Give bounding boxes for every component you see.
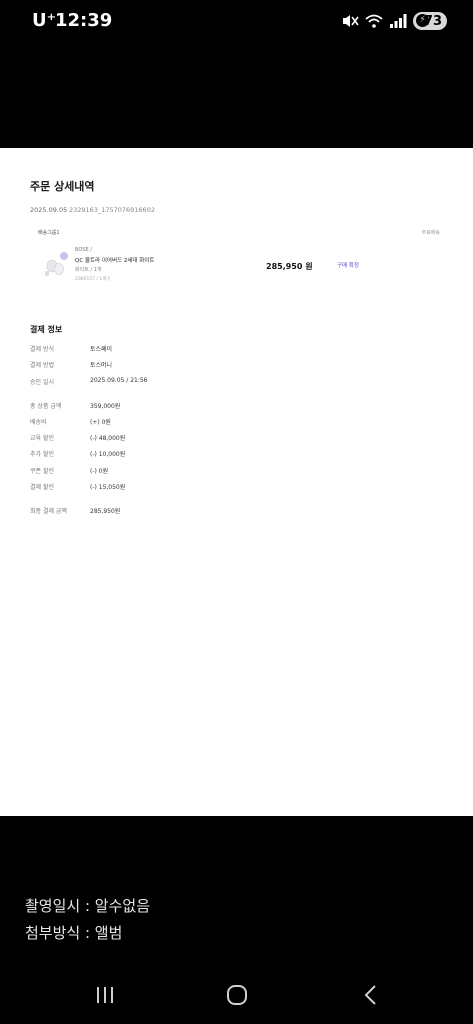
payment-row-label: 추가 할인	[30, 451, 54, 458]
product-price: 285,950 원	[266, 262, 313, 271]
payment-row: 결제 할인 (-) 15,050원	[30, 482, 330, 492]
charging-icon: ⚡	[416, 14, 429, 27]
payment-row-label: 최종 결제 금액	[30, 508, 67, 515]
carrier-label: U⁺	[32, 10, 57, 31]
payment-row: 추가 할인 (-) 10,000원	[30, 449, 330, 459]
payment-row-value: (-) 10,000원	[90, 451, 126, 458]
back-icon	[364, 985, 376, 1005]
product-name[interactable]: QC 울트라 이어버드 2세대 화이트	[75, 256, 154, 264]
attach-method-caption: 첨부방식 : 앨범	[25, 924, 123, 942]
wifi-icon	[365, 14, 383, 28]
purchase-confirm-button[interactable]: 구매 확정	[337, 261, 359, 269]
payment-row-value: (-) 15,050원	[90, 484, 126, 491]
payment-row-value: 2025.09.05 / 21:56	[90, 377, 148, 384]
shipping-info: 무료배송	[421, 230, 440, 236]
payment-row-total: 최종 결제 금액 285,950원	[30, 506, 330, 516]
navigation-bar	[0, 970, 473, 1020]
payment-row-value: 토스페이	[90, 346, 113, 353]
payment-row-value: (+) 0원	[90, 419, 111, 426]
payment-section-title: 결제 정보	[30, 325, 63, 334]
payment-row-value: 359,000원	[90, 403, 121, 410]
capture-date-caption: 촬영일시 : 알수없음	[25, 897, 150, 915]
system-icons: ⚡ 73	[341, 12, 447, 30]
payment-row: 승인 일시 2025.09.05 / 21:56	[30, 377, 330, 387]
order-number: 2329163_1757076916602	[69, 206, 155, 214]
payment-row: 총 상품 금액 359,000원	[30, 401, 330, 411]
back-button[interactable]	[356, 980, 386, 1010]
shipping-group-label: 배송그룹1	[38, 230, 60, 236]
payment-row-label: 결제 방법	[30, 362, 54, 369]
payment-row-value: (-) 0원	[90, 468, 109, 475]
battery-indicator: ⚡ 73	[413, 12, 447, 30]
product-option: 화이트 / 1개	[75, 267, 102, 273]
order-date: 2025.09.05	[30, 206, 68, 214]
recent-apps-icon	[97, 987, 113, 1003]
payment-row: 결제 방법 토스머니	[30, 360, 330, 370]
home-icon	[227, 985, 247, 1005]
payment-row-label: 교육 할인	[30, 435, 54, 442]
order-detail-screenshot: 주문 상세내역 2025.09.05 2329163_1757076916602…	[0, 148, 473, 816]
payment-row: 교육 할인 (-) 48,000원	[30, 433, 330, 443]
status-time: 12:39	[55, 10, 113, 31]
product-brand: BOSE /	[75, 247, 92, 253]
payment-row: 배송비 (+) 0원	[30, 417, 330, 427]
status-bar: U⁺ 12:39 ⚡ 73	[0, 0, 473, 42]
payment-row-label: 쿠폰 할인	[30, 468, 54, 475]
mute-icon	[343, 15, 359, 27]
signal-icon	[390, 14, 407, 28]
earbuds-product-image[interactable]	[42, 252, 68, 278]
recent-apps-button[interactable]	[90, 980, 120, 1010]
payment-row-value: 285,950원	[90, 508, 121, 515]
payment-row-label: 배송비	[30, 419, 47, 426]
payment-row: 결제 방식 토스페이	[30, 344, 330, 354]
page-title: 주문 상세내역	[30, 180, 95, 193]
home-button[interactable]	[222, 980, 252, 1010]
payment-row-label: 총 상품 금액	[30, 403, 62, 410]
payment-row-label: 결제 방식	[30, 346, 54, 353]
payment-row-value: (-) 48,000원	[90, 435, 126, 442]
payment-row: 쿠폰 할인 (-) 0원	[30, 466, 330, 476]
payment-row-value: 토스머니	[90, 362, 113, 369]
payment-row-label: 승인 일시	[30, 379, 54, 386]
payment-row-label: 결제 할인	[30, 484, 54, 491]
product-extra-info: 2080157 / 1개구	[75, 277, 111, 282]
